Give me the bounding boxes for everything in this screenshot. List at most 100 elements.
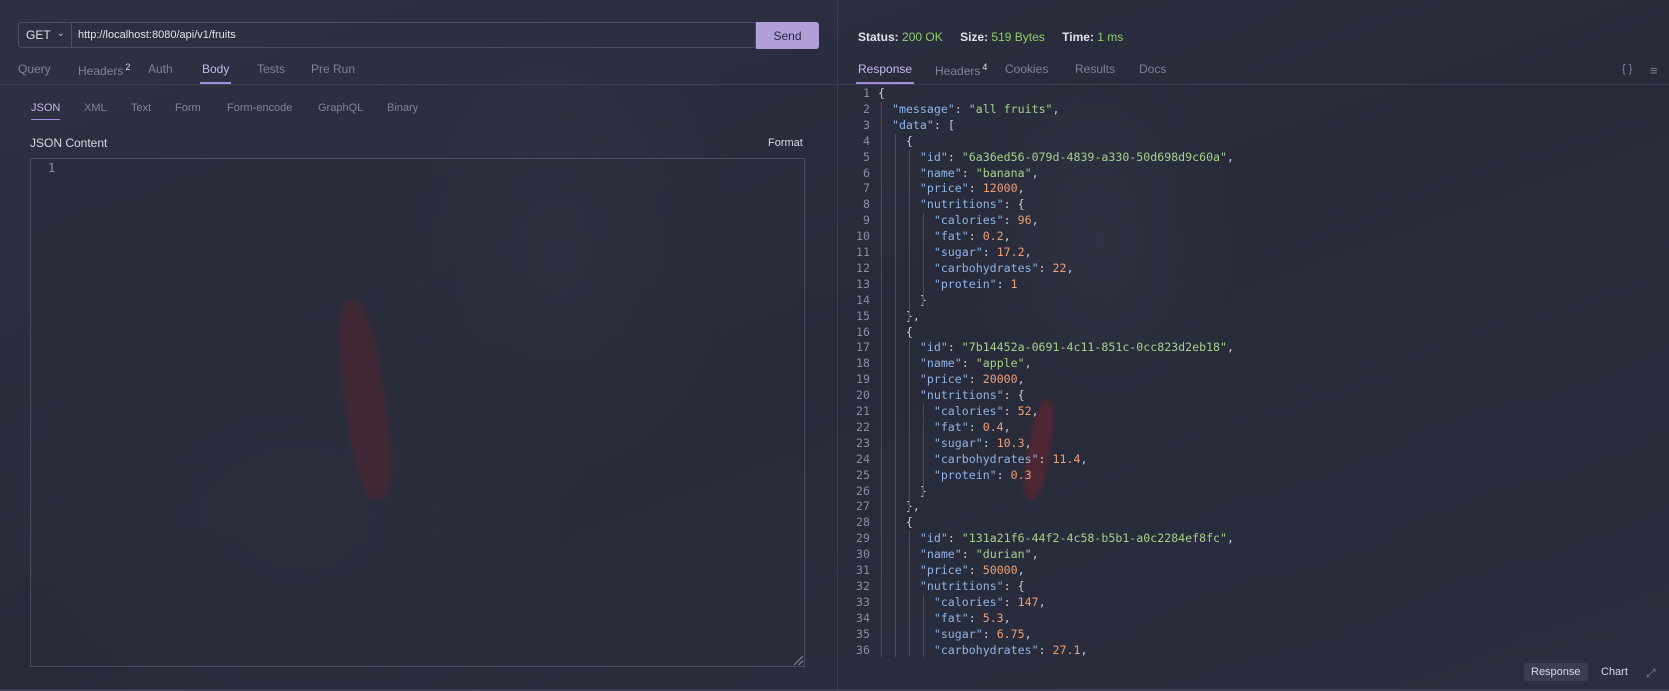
code-text: "price": 20000, (919, 372, 1025, 387)
view-response-button[interactable]: Response (1524, 663, 1588, 681)
chevron-down-icon: ⌄ (56, 28, 65, 39)
code-text: "protein": 1 (933, 276, 1018, 291)
tab-label: Headers (78, 64, 124, 78)
code-line: 34 "fat": 5.3, (848, 610, 1628, 626)
tab-pre-run[interactable]: Pre Run (311, 62, 355, 76)
code-line: 20 "nutritions": { (848, 387, 1628, 403)
json-content-label: JSON Content (30, 136, 108, 150)
code-line: 21 "calories": 52, (848, 403, 1628, 419)
response-body[interactable]: 1{2 "message": "all fruits", 3 "data": [4… (848, 85, 1648, 657)
body-type-tabs: JSON XML Text Form Form-encode GraphQL B… (0, 100, 837, 122)
line-number: 35 (856, 626, 870, 641)
subtab-form[interactable]: Form (175, 102, 201, 114)
line-number: 26 (856, 483, 870, 498)
send-button[interactable]: Send (756, 22, 819, 49)
code-line: 6 "name": "banana", (848, 165, 1628, 181)
indent-guide (923, 594, 924, 657)
line-number: 36 (856, 642, 870, 657)
tab-body[interactable]: Body (199, 62, 232, 84)
tab-label: Cookies (1005, 62, 1049, 76)
tab-label: Query (18, 62, 51, 76)
code-line: 3 "data": [ (848, 117, 1628, 133)
resize-handle-icon[interactable] (794, 656, 803, 665)
tab-label: Tests (257, 62, 286, 76)
code-text: } (878, 483, 927, 498)
tab-auth[interactable]: Auth (148, 62, 173, 76)
code-line: 35 "sugar": 6.75, (848, 626, 1628, 642)
code-line: 24 "carbohydrates": 11.4, (848, 451, 1628, 467)
line-number: 17 (856, 340, 870, 355)
line-number: 29 (856, 531, 870, 546)
code-line: 17 "id": "7b14452a-0691-4c11-851c-0cc823… (848, 339, 1628, 355)
code-text: "fat": 5.3, (933, 610, 1011, 625)
tab-label: Docs (1139, 62, 1167, 76)
line-number: 16 (856, 324, 870, 339)
code-line: 9 "calories": 96, (848, 212, 1628, 228)
line-number: 25 (856, 467, 870, 482)
code-text: "calories": 52, (933, 404, 1039, 418)
code-line: 14 } (848, 292, 1628, 308)
code-text: "sugar": 6.75, (933, 626, 1032, 641)
code-line: 15 }, (848, 308, 1628, 324)
line-number: 5 (863, 149, 870, 164)
subtab-graphql[interactable]: GraphQL (318, 102, 363, 114)
indent-guide (909, 340, 910, 512)
subtab-binary[interactable]: Binary (387, 102, 418, 114)
line-number: 27 (856, 499, 870, 514)
code-text: "nutritions": { (919, 197, 1025, 212)
code-line: 25 "protein": 0.3 (848, 467, 1628, 483)
subtab-text[interactable]: Text (131, 102, 151, 114)
status-value: 200 OK (902, 30, 943, 44)
code-text: { (878, 86, 885, 100)
menu-icon[interactable]: ≡ (1650, 63, 1658, 78)
response-panel: Status: 200 OK Size: 519 Bytes Time: 1 m… (838, 0, 1669, 691)
tab-docs[interactable]: Docs (1139, 62, 1166, 76)
code-line: 31 "price": 50000, (848, 562, 1628, 578)
tab-cookies[interactable]: Cookies (1005, 62, 1048, 76)
code-text: "data": [ (891, 117, 955, 132)
braces-icon[interactable]: { } (1622, 63, 1632, 75)
code-text: "sugar": 10.3, (933, 435, 1032, 450)
method-select[interactable]: GET ⌄ (18, 22, 72, 48)
code-line: 22 "fat": 0.4, (848, 419, 1628, 435)
code-line: 2 "message": "all fruits", (848, 101, 1628, 117)
tab-tests[interactable]: Tests (257, 62, 285, 76)
view-chart-button[interactable]: Chart (1601, 666, 1628, 678)
tab-response[interactable]: Response (855, 62, 915, 84)
line-number: 33 (856, 594, 870, 609)
code-line: 1{ (848, 85, 1628, 101)
tab-label: Results (1075, 62, 1116, 76)
subtab-form-encode[interactable]: Form-encode (227, 102, 292, 114)
method-value: GET (26, 28, 51, 42)
code-line: 18 "name": "apple", (848, 355, 1628, 371)
line-number: 21 (856, 404, 870, 418)
tab-query[interactable]: Query (18, 62, 51, 76)
code-text: "name": "durian", (919, 547, 1039, 562)
tab-headers[interactable]: Headers 2 (78, 62, 130, 78)
code-line: 26 } (848, 483, 1628, 499)
line-number: 28 (856, 515, 870, 530)
tab-results[interactable]: Results (1075, 62, 1115, 76)
line-number: 20 (856, 388, 870, 403)
code-text: "id": "7b14452a-0691-4c11-851c-0cc823d2e… (919, 340, 1235, 355)
response-footer: Response Chart ⤢ (838, 658, 1669, 691)
subtab-xml[interactable]: XML (84, 102, 107, 114)
tab-label: Response (858, 62, 913, 76)
code-line: 32 "nutritions": { (848, 578, 1628, 594)
tab-label: Auth (148, 62, 173, 76)
code-text: "message": "all fruits", (891, 101, 1060, 116)
code-text: "calories": 147, (933, 594, 1046, 609)
line-number: 14 (856, 292, 870, 307)
json-editor[interactable]: 1 (30, 158, 805, 667)
url-input[interactable]: http://localhost:8080/api/v1/fruits (72, 22, 756, 48)
line-number: 34 (856, 610, 870, 625)
code-line: 8 "nutritions": { (848, 196, 1628, 212)
code-text: }, (878, 308, 920, 323)
expand-icon[interactable]: ⤢ (1646, 666, 1656, 681)
format-button[interactable]: Format (768, 137, 803, 149)
line-number: 1 (863, 86, 870, 100)
tab-response-headers[interactable]: Headers 4 (935, 62, 987, 78)
subtab-json[interactable]: JSON (31, 102, 61, 120)
code-text: "price": 12000, (919, 181, 1025, 196)
code-line: 29 "id": "131a21f6-44f2-4c58-b5b1-a0c228… (848, 530, 1628, 546)
